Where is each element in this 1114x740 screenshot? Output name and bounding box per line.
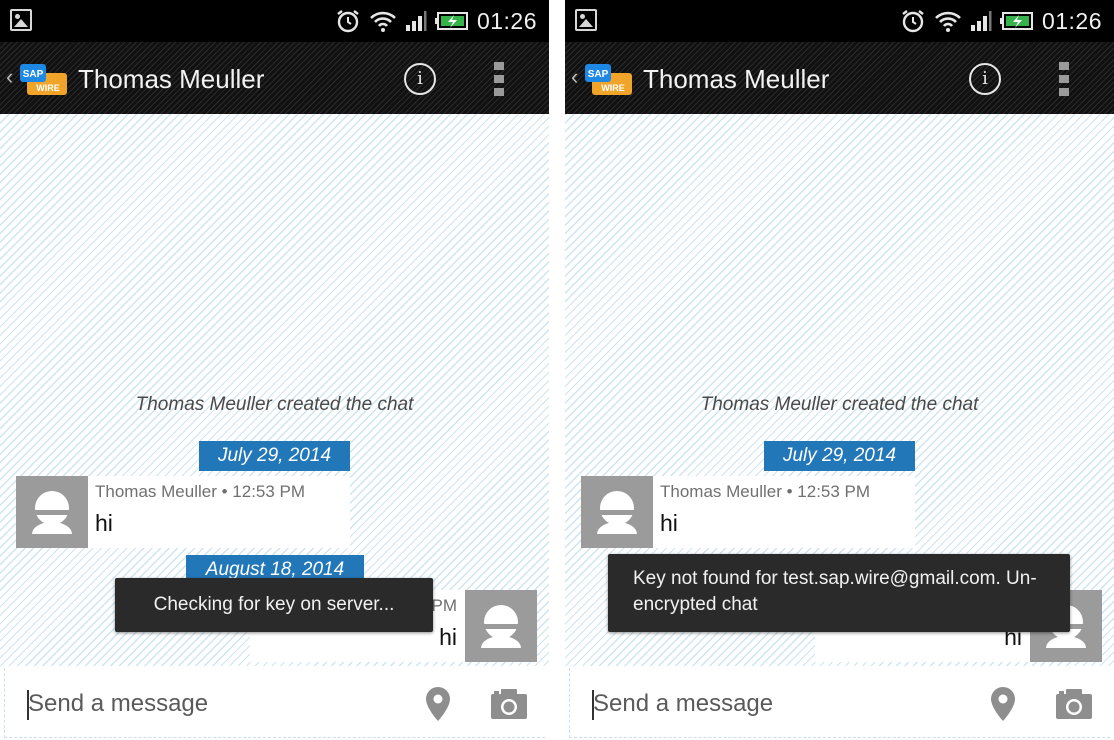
message-text: hi	[439, 624, 457, 650]
app-logo-sap-text: SAP	[588, 69, 609, 80]
action-bar: ‹ SAP WIRE Thomas Meuller i	[0, 42, 549, 114]
alarm-icon	[902, 10, 924, 33]
chat-screen-key-not-found: 01:26 ‹ SAP WIRE Thomas Meuller i Thomas…	[565, 0, 1114, 740]
wifi-icon	[935, 11, 961, 32]
message-bubble-incoming[interactable]: Thomas Meuller • 12:53 PM hi	[653, 476, 915, 548]
avatar[interactable]	[465, 590, 537, 662]
action-bar: ‹ SAP WIRE Thomas Meuller i	[565, 42, 1114, 114]
status-clock: 01:26	[476, 7, 537, 34]
camera-icon[interactable]	[490, 688, 528, 720]
status-clock: 01:26	[1041, 7, 1102, 34]
message-compose-bar	[565, 666, 1114, 740]
info-icon[interactable]: i	[404, 63, 436, 95]
date-separator: July 29, 2014	[199, 441, 350, 471]
message-input[interactable]	[28, 684, 408, 724]
battery-charging-icon	[999, 12, 1033, 30]
system-message: Thomas Meuller created the chat	[700, 394, 979, 415]
chat-messages-area[interactable]: Thomas Meuller created the chat July 29,…	[0, 114, 549, 666]
message-meta: Thomas Meuller • 12:53 PM	[95, 482, 306, 501]
app-logo-wire-text: WIRE	[601, 83, 625, 93]
message-compose-bar	[0, 666, 549, 740]
default-user-avatar-icon	[481, 605, 521, 648]
location-pin-icon[interactable]	[425, 686, 451, 722]
signal-icon	[970, 11, 992, 31]
system-message: Thomas Meuller created the chat	[135, 394, 414, 415]
message-text: hi	[660, 510, 678, 536]
message-time: 12:53 PM	[797, 482, 871, 501]
back-chevron-icon[interactable]: ‹	[571, 66, 578, 88]
signal-icon	[405, 11, 427, 31]
back-chevron-icon[interactable]: ‹	[6, 66, 13, 88]
overflow-menu-icon[interactable]	[1059, 62, 1069, 96]
default-user-avatar-icon	[32, 491, 72, 534]
toast-notification: Checking for key on server...	[115, 578, 433, 632]
chat-title: Thomas Meuller	[643, 64, 830, 94]
message-input[interactable]	[593, 684, 973, 724]
default-user-avatar-icon	[597, 491, 637, 534]
app-logo-wire-text: WIRE	[36, 83, 60, 93]
gallery-notification-icon	[10, 9, 32, 31]
toast-notification: Key not found for test.sap.wire@gmail.co…	[608, 554, 1070, 632]
message-text: hi	[95, 510, 113, 536]
message-meta: Thomas Meuller • 12:53 PM	[660, 482, 871, 501]
message-time: 12:53 PM	[232, 482, 306, 501]
location-pin-icon[interactable]	[990, 686, 1016, 722]
status-bar: 01:26	[565, 0, 1114, 42]
overflow-menu-icon[interactable]	[494, 62, 504, 96]
wifi-icon	[370, 11, 396, 32]
avatar[interactable]	[16, 476, 88, 548]
message-bubble-incoming[interactable]: Thomas Meuller • 12:53 PM hi	[88, 476, 350, 548]
alarm-icon	[337, 10, 359, 33]
battery-charging-icon	[434, 12, 468, 30]
message-meta: PM	[431, 596, 458, 615]
message-sender: Thomas Meuller	[660, 482, 782, 501]
chat-messages-area[interactable]: Thomas Meuller created the chat July 29,…	[565, 114, 1114, 666]
avatar[interactable]	[581, 476, 653, 548]
chat-screen-checking-key: 01:26 ‹ SAP WIRE Thomas Meuller i Thomas…	[0, 0, 549, 740]
app-logo-icon[interactable]: SAP WIRE	[582, 63, 634, 97]
message-sender: Thomas Meuller	[95, 482, 217, 501]
gallery-notification-icon	[575, 9, 597, 31]
date-separator: July 29, 2014	[764, 441, 915, 471]
info-icon[interactable]: i	[969, 63, 1001, 95]
status-bar: 01:26	[0, 0, 549, 42]
camera-icon[interactable]	[1055, 688, 1093, 720]
app-logo-icon[interactable]: SAP WIRE	[17, 63, 69, 97]
app-logo-sap-text: SAP	[23, 69, 44, 80]
chat-title: Thomas Meuller	[78, 64, 265, 94]
